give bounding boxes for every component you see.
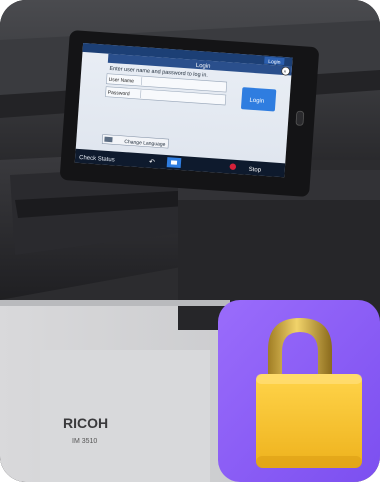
top-login-tab-label: Login [268, 59, 281, 66]
padlock-icon [256, 374, 362, 468]
login-button-label: Login [249, 98, 264, 105]
home-icon [170, 160, 178, 165]
stop-label: Stop [248, 167, 261, 174]
close-glyph: × [283, 69, 286, 75]
model-label: IM 3510 [72, 438, 97, 445]
back-icon[interactable]: ↶ [149, 159, 155, 166]
printer-illustration: Login Login × Enter user name and passwo… [0, 0, 380, 482]
product-photo: Login Login × Enter user name and passwo… [0, 0, 380, 482]
keyboard-icon [104, 136, 113, 143]
brand-logo: RICOH [63, 415, 108, 431]
login-dialog-title: Login [196, 63, 211, 70]
hardware-home-key[interactable] [295, 110, 305, 126]
security-badge [218, 300, 380, 482]
